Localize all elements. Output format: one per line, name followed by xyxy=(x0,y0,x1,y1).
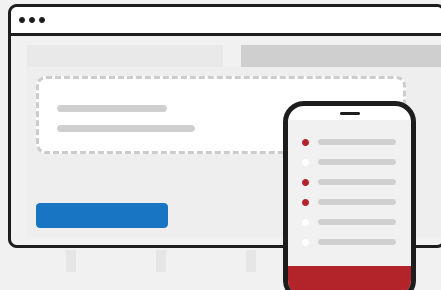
phone-list-item[interactable] xyxy=(302,199,402,209)
placeholder-text-line xyxy=(318,199,396,205)
bullet-empty-icon xyxy=(302,219,309,226)
illustration-scene xyxy=(0,0,441,290)
phone-list-item[interactable] xyxy=(302,139,402,149)
phone-mockup xyxy=(283,101,416,290)
phone-footer-bar[interactable] xyxy=(288,266,411,290)
phone-speaker-icon xyxy=(339,112,360,115)
placeholder-text-line xyxy=(57,105,167,112)
placeholder-text-line xyxy=(318,159,396,165)
window-dot-icon[interactable] xyxy=(19,17,25,23)
placeholder-text-line xyxy=(318,139,396,145)
placeholder-text-line xyxy=(318,179,396,185)
placeholder-text-line xyxy=(57,125,195,132)
phone-screen xyxy=(288,120,411,290)
background-stripe xyxy=(66,250,76,272)
phone-list-item[interactable] xyxy=(302,239,402,249)
phone-list-item[interactable] xyxy=(302,159,402,169)
bullet-empty-icon xyxy=(302,159,309,166)
phone-list-item[interactable] xyxy=(302,219,402,229)
window-dot-icon[interactable] xyxy=(29,17,35,23)
content-panel-right xyxy=(241,45,441,67)
background-stripe xyxy=(156,250,166,272)
bullet-filled-icon xyxy=(302,139,309,146)
bullet-filled-icon xyxy=(302,199,309,206)
placeholder-text-line xyxy=(318,239,396,245)
window-titlebar xyxy=(11,7,441,36)
bullet-filled-icon xyxy=(302,179,309,186)
phone-list-item[interactable] xyxy=(302,179,402,189)
background-stripe xyxy=(246,250,256,272)
placeholder-text-line xyxy=(318,219,396,225)
primary-button[interactable] xyxy=(36,203,168,228)
window-dot-icon[interactable] xyxy=(39,17,45,23)
bullet-empty-icon xyxy=(302,239,309,246)
